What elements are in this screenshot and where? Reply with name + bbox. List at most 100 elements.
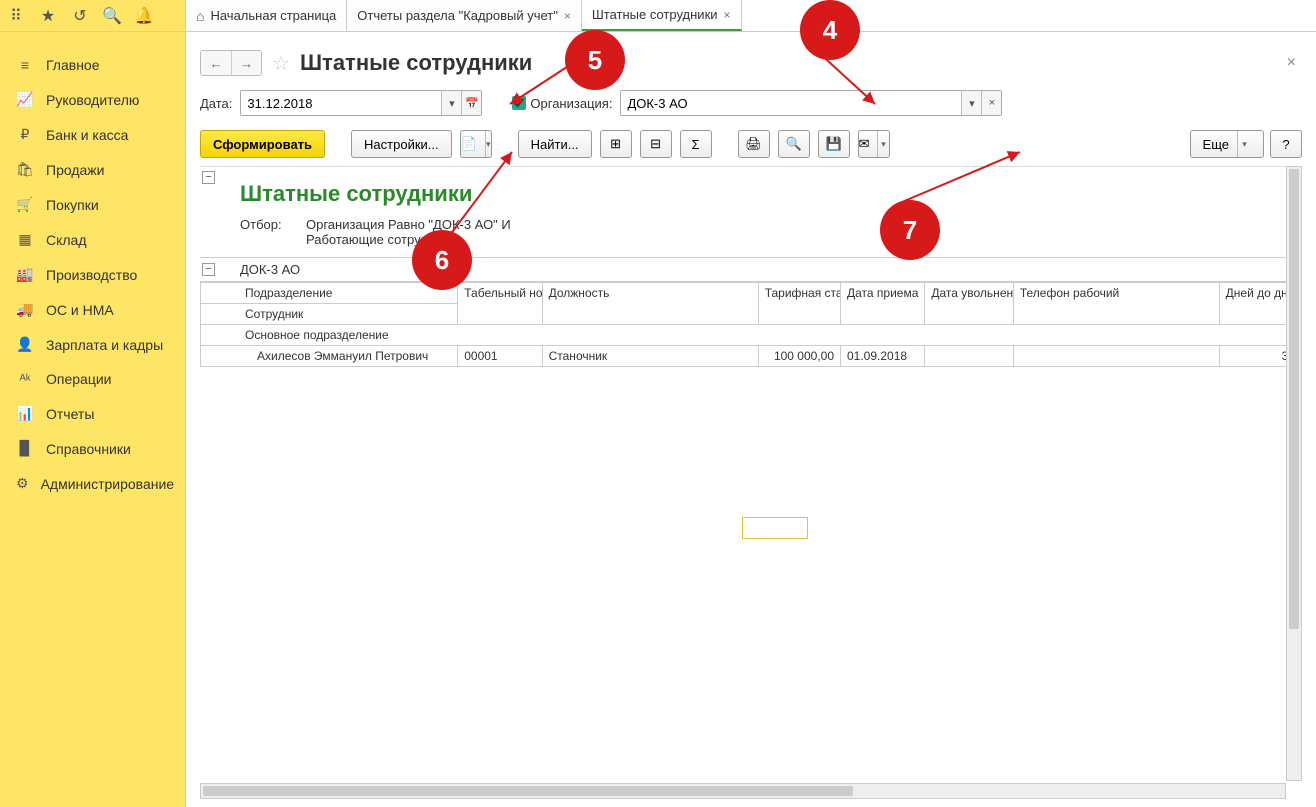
find-button[interactable]: Найти... [518,130,592,158]
sidebar-item-operations[interactable]: ᴬᵏ Операции [0,362,185,396]
annotation-bubble-7: 7 [880,200,940,260]
chart-icon: 📈 [16,91,34,108]
tree-toggle[interactable]: − [202,171,215,184]
page-title: Штатные сотрудники [300,50,532,76]
help-button[interactable]: ? [1270,130,1302,158]
factory-icon: 🏭 [16,266,34,283]
history-icon[interactable]: ↺ [70,6,90,26]
sidebar: ≡Главное 📈 Руководителю ₽Банк и касса 🛍Пр… [0,32,186,807]
tab-close-icon[interactable]: × [564,9,571,23]
ops-icon: ᴬᵏ [16,371,34,387]
sidebar-item-label: Банк и касса [46,127,128,143]
sidebar-item-admin[interactable]: ⚙Администрирование [0,466,185,501]
th-employee: Сотрудник [201,304,458,325]
annotation-bubble-4: 4 [800,0,860,60]
toolbar: Сформировать Настройки... 📄▾ Найти... ⊞ … [200,130,1302,158]
cell-tabnum: 00001 [458,346,542,367]
sidebar-item-warehouse[interactable]: ▦ Склад [0,222,185,257]
sidebar-item-label: Руководителю [46,92,139,108]
sidebar-item-label: Склад [46,232,87,248]
topbar: ⠿ ★ ↺ 🔍 🔔 ⌂ Начальная страница Отчеты ра… [0,0,1316,32]
close-page-button[interactable]: × [1281,54,1302,72]
dept-row: − Основное подразделение [201,325,1302,346]
org-input[interactable] [621,91,961,115]
apps-icon[interactable]: ⠿ [6,6,26,26]
annotation-bubble-5: 5 [565,30,625,90]
cell-position: Станочник [542,346,758,367]
settings-button[interactable]: Настройки... [351,130,452,158]
settings-variant-button[interactable]: 📄▾ [460,130,492,158]
org-checkbox[interactable] [512,96,526,110]
sidebar-item-catalogs[interactable]: ▉Справочники [0,431,185,466]
sidebar-item-purchases[interactable]: 🛒Покупки [0,187,185,222]
more-button[interactable]: Еще▾ [1190,130,1264,158]
report-title: Штатные сотрудники [200,181,1302,217]
sidebar-item-reports[interactable]: 📊 Отчеты [0,396,185,431]
sidebar-item-label: Главное [46,57,100,73]
sidebar-item-hr[interactable]: 👤Зарплата и кадры [0,327,185,362]
date-input-group: ▾ 📅 [240,90,482,116]
vertical-scrollbar[interactable] [1286,166,1302,781]
sidebar-item-manager[interactable]: 📈 Руководителю [0,82,185,117]
report-scroll[interactable]: − Штатные сотрудники Отбор: Организация … [200,166,1302,781]
search-icon[interactable]: 🔍 [102,6,122,26]
org-checkbox-label[interactable]: Организация: [512,96,612,111]
cell-hire: 01.09.2018 [841,346,925,367]
grid-icon: ▦ [16,231,34,248]
tab-label: Штатные сотрудники [592,7,718,22]
generate-button[interactable]: Сформировать [200,130,325,158]
tab-staff-employees[interactable]: Штатные сотрудники × [582,0,742,31]
date-dropdown-button[interactable]: ▾ [441,91,461,115]
save-button[interactable]: 💾 [818,130,850,158]
table-row[interactable]: Ахилесов Эммануил Петрович 00001 Станочн… [201,346,1302,367]
th-dept: Подразделение [201,283,458,304]
sidebar-item-label: Операции [46,371,112,387]
date-label: Дата: [200,96,232,111]
tree-toggle[interactable]: − [202,263,215,276]
forward-button[interactable]: → [231,51,261,75]
tab-reports[interactable]: Отчеты раздела "Кадровый учет" × [347,0,582,31]
star-icon[interactable]: ★ [38,6,58,26]
sidebar-item-label: Зарплата и кадры [46,337,163,353]
org-label: Организация: [530,96,612,111]
favorite-icon[interactable]: ☆ [272,51,290,76]
org-dropdown-button[interactable]: ▾ [961,91,981,115]
main-content: ← → ☆ Штатные сотрудники × Дата: ▾ 📅 Орг… [186,32,1316,807]
collapse-button[interactable]: ⊟ [640,130,672,158]
home-icon: ⌂ [196,8,204,24]
preview-button[interactable]: 🔍 [778,130,810,158]
date-calendar-button[interactable]: 📅 [461,91,481,115]
tab-close-icon[interactable]: × [724,8,731,22]
bell-icon[interactable]: 🔔 [134,6,154,26]
th-position: Должность [542,283,758,325]
back-button[interactable]: ← [201,51,231,75]
org-clear-button[interactable]: × [981,91,1001,115]
bars-icon: 📊 [16,405,34,422]
cart-icon: 🛒 [16,196,34,213]
gear-icon: ⚙ [16,475,29,492]
truck-icon: 🚚 [16,301,34,318]
sidebar-item-main[interactable]: ≡Главное [0,48,185,82]
filter-text: Организация Равно "ДОК-3 АО" И [306,217,511,232]
cell-name: Ахилесов Эммануил Петрович [201,346,458,367]
org-input-group: ▾ × [620,90,1002,116]
horizontal-scrollbar[interactable] [200,783,1286,799]
sidebar-item-label: Отчеты [46,406,94,422]
book-icon: ▉ [16,440,34,457]
cell-phone [1013,346,1219,367]
email-button[interactable]: ✉▾ [858,130,890,158]
th-rate: Тарифная ставка [758,283,840,325]
tab-home[interactable]: ⌂ Начальная страница [186,0,347,31]
topbar-icon-strip: ⠿ ★ ↺ 🔍 🔔 [0,0,186,31]
sidebar-item-assets[interactable]: 🚚ОС и НМА [0,292,185,327]
sidebar-item-production[interactable]: 🏭Производство [0,257,185,292]
expand-button[interactable]: ⊞ [600,130,632,158]
sidebar-item-bank[interactable]: ₽Банк и касса [0,117,185,152]
print-button[interactable]: 🖨 [738,130,770,158]
report-area: − Штатные сотрудники Отбор: Организация … [200,166,1302,799]
date-input[interactable] [241,91,441,115]
nav-buttons: ← → [200,50,262,76]
th-fire: Дата увольнения [925,283,1013,325]
sum-button[interactable]: Σ [680,130,712,158]
sidebar-item-sales[interactable]: 🛍Продажи [0,152,185,187]
